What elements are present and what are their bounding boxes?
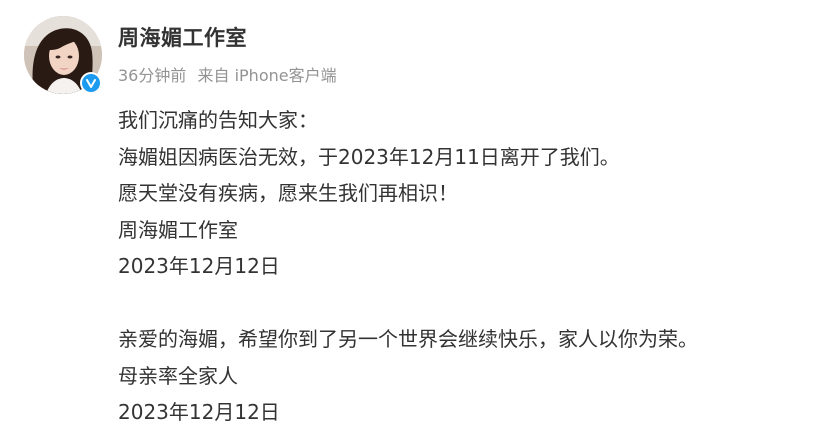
post-text-line: 2023年12月12日	[118, 400, 280, 424]
post-text-line: 母亲率全家人	[118, 363, 238, 388]
post-text-line: 2023年12月12日	[118, 254, 280, 278]
post-text-line: 亲爱的海媚，希望你到了另一个世界会继续快乐，家人以你为荣。	[118, 327, 698, 351]
post-text-line: 愿天堂没有疾病，愿来生我们再相识！	[118, 181, 458, 205]
post-text-line: 周海媚工作室	[118, 217, 238, 242]
source-prefix: 来自	[197, 66, 230, 85]
post-text-line: 海媚姐因病医治无效，于2023年12月11日离开了我们。	[118, 144, 620, 169]
post-time[interactable]: 36分钟前	[118, 66, 186, 85]
post-content: 我们沉痛的告知大家： 海媚姐因病医治无效，于2023年12月11日离开了我们。 …	[118, 102, 818, 431]
post-source[interactable]: iPhone客户端	[235, 66, 337, 85]
verified-badge	[80, 72, 102, 94]
weibo-post: 周海媚工作室 36分钟前 来自 iPhone客户端 我们沉痛的告知大家： 海媚姐…	[0, 0, 835, 430]
post-text-blank-line	[118, 285, 818, 322]
verified-badge-icon	[82, 74, 100, 92]
post-meta: 36分钟前 来自 iPhone客户端	[118, 62, 337, 86]
avatar[interactable]	[24, 16, 102, 94]
post-text-line: 我们沉痛的告知大家：	[118, 108, 318, 132]
author-name[interactable]: 周海媚工作室	[118, 22, 247, 52]
